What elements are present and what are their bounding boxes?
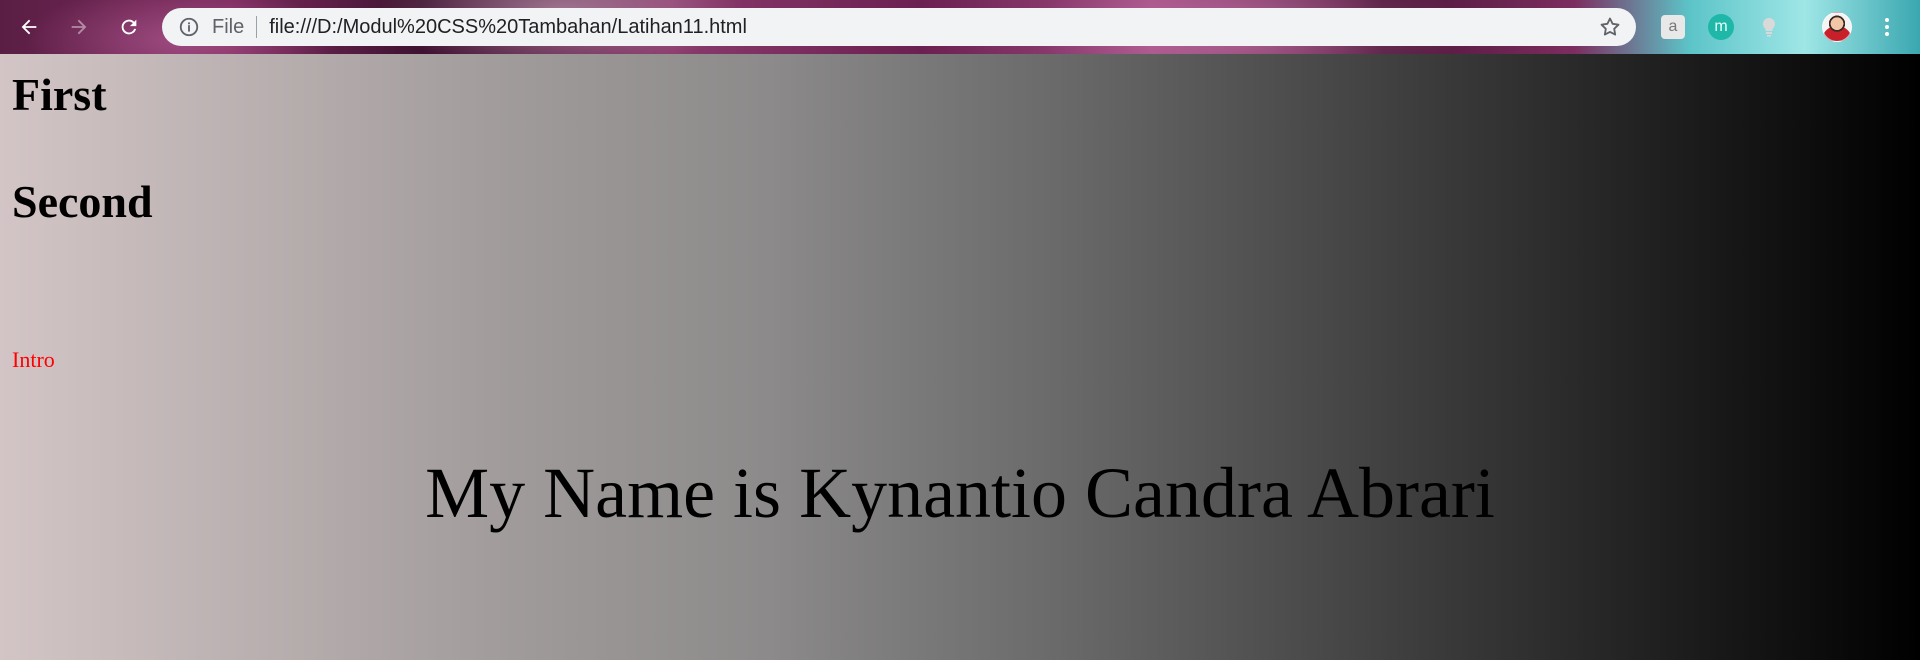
extension-m-icon: m: [1708, 14, 1734, 40]
extension-m-button[interactable]: m: [1706, 12, 1736, 42]
reload-icon: [121, 19, 137, 35]
forward-arrow-icon: [71, 19, 87, 35]
extension-bulb-button[interactable]: [1754, 12, 1784, 42]
forward-button[interactable]: [62, 10, 96, 44]
url-separator: [256, 16, 258, 38]
url-scheme-label: File: [212, 15, 245, 38]
avatar: [1822, 12, 1852, 42]
reload-button[interactable]: [112, 10, 146, 44]
back-button[interactable]: [12, 10, 46, 44]
heading-first: First: [12, 69, 107, 120]
profile-avatar-button[interactable]: [1822, 12, 1852, 42]
info-icon[interactable]: [178, 16, 200, 38]
name-text: My Name is Kynantio Candra Abrari: [425, 453, 1495, 533]
lightbulb-icon: [1762, 17, 1776, 37]
browser-menu-button[interactable]: [1872, 12, 1902, 42]
more-vert-icon: [1885, 18, 1889, 36]
browser-toolbar: File file:///D:/Modul%20CSS%20Tambahan/L…: [0, 0, 1920, 54]
page-content: First Second Intro My Name is Kynantio C…: [0, 54, 1920, 660]
extension-a-icon: a: [1661, 15, 1685, 39]
extension-a-button[interactable]: a: [1658, 12, 1688, 42]
address-bar[interactable]: File file:///D:/Modul%20CSS%20Tambahan/L…: [162, 8, 1636, 46]
url-text[interactable]: file:///D:/Modul%20CSS%20Tambahan/Latiha…: [269, 16, 747, 39]
bookmark-star-icon[interactable]: [1598, 15, 1622, 39]
intro-text: Intro: [12, 347, 55, 372]
back-arrow-icon: [21, 19, 37, 35]
heading-second: Second: [12, 176, 153, 227]
